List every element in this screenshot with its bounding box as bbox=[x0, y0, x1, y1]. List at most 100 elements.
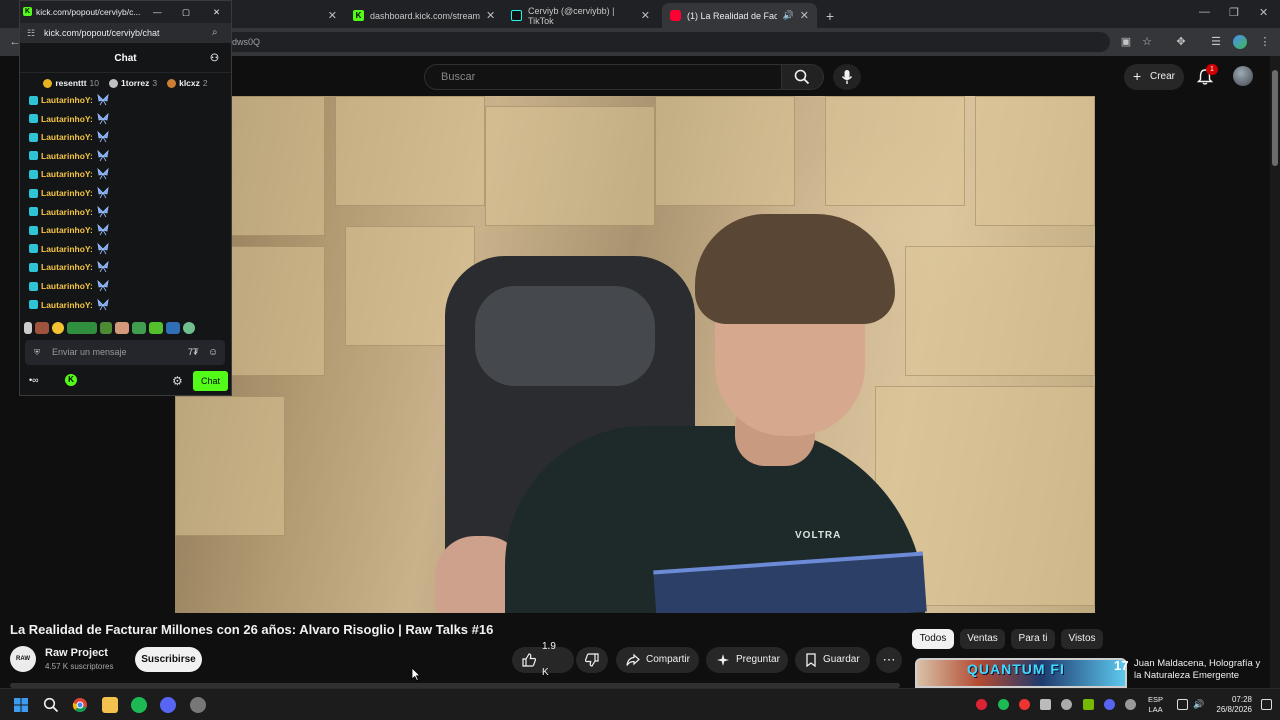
emote-icon[interactable] bbox=[35, 322, 49, 334]
profile-avatar-icon[interactable] bbox=[1233, 35, 1247, 49]
battery-tray-icon[interactable] bbox=[1040, 699, 1051, 710]
chat-username[interactable]: LautarinhoY: bbox=[41, 188, 93, 198]
chip-para-ti[interactable]: Para ti bbox=[1011, 629, 1055, 649]
chat-username[interactable]: LautarinhoY: bbox=[41, 262, 93, 272]
gifter-entry[interactable]: 1torrez 3 bbox=[109, 74, 157, 92]
file-explorer-icon[interactable] bbox=[102, 697, 118, 713]
windows-start-icon[interactable] bbox=[13, 697, 29, 713]
cast-icon[interactable]: ▣ bbox=[1119, 35, 1133, 49]
emote-icon[interactable] bbox=[100, 322, 112, 334]
emote-icon[interactable] bbox=[149, 322, 163, 334]
kick-icon[interactable]: K bbox=[65, 374, 77, 386]
channel-name[interactable]: Raw Project bbox=[45, 647, 108, 659]
search-button[interactable] bbox=[782, 64, 824, 90]
chat-username[interactable]: LautarinhoY: bbox=[41, 281, 93, 291]
users-list-icon[interactable]: ⚇ bbox=[210, 45, 219, 73]
kick-emote-picker-icon[interactable]: 7₮ bbox=[188, 340, 199, 365]
discord-tray-icon[interactable] bbox=[1104, 699, 1115, 710]
chat-username[interactable]: LautarinhoY: bbox=[41, 114, 93, 124]
new-tab-button[interactable]: + bbox=[820, 3, 840, 28]
emote-icon[interactable] bbox=[115, 322, 129, 334]
notifications-icon[interactable] bbox=[1261, 699, 1272, 710]
tray-app-icon[interactable] bbox=[1061, 699, 1072, 710]
recommendation-thumbnail[interactable]: QUANTUM FI bbox=[915, 658, 1127, 688]
close-tab-icon[interactable]: ✕ bbox=[641, 9, 650, 22]
network-icon[interactable] bbox=[1177, 699, 1188, 710]
chat-username[interactable]: LautarinhoY: bbox=[41, 95, 93, 105]
dislike-button[interactable] bbox=[576, 647, 608, 673]
voice-search-button[interactable] bbox=[833, 64, 861, 90]
chat-username[interactable]: LautarinhoY: bbox=[41, 244, 93, 254]
tray-app-icon[interactable] bbox=[976, 699, 987, 710]
volume-icon[interactable]: 🔊 bbox=[1193, 699, 1204, 710]
zoom-search-icon[interactable]: ⌕ bbox=[212, 23, 218, 43]
account-avatar[interactable] bbox=[1233, 66, 1253, 86]
chat-username[interactable]: LautarinhoY: bbox=[41, 225, 93, 235]
close-window-icon[interactable]: ✕ bbox=[213, 1, 220, 23]
emote-icon[interactable] bbox=[183, 322, 195, 334]
browser-tab-kick-dashboard[interactable]: K dashboard.kick.com/stream ✕ bbox=[345, 3, 500, 28]
recommendation-title[interactable]: Juan Maldacena, Holografía y la Naturale… bbox=[1134, 658, 1264, 682]
address-bar[interactable]: dws0Q bbox=[110, 32, 1110, 52]
spotify-tray-icon[interactable] bbox=[998, 699, 1009, 710]
tray-app-icon[interactable] bbox=[1125, 699, 1136, 710]
ask-button[interactable]: Preguntar bbox=[706, 647, 788, 673]
chat-username[interactable]: LautarinhoY: bbox=[41, 151, 93, 161]
playlist-icon[interactable]: ☰ bbox=[1209, 35, 1223, 49]
search-icon bbox=[794, 69, 810, 85]
close-tab-icon[interactable]: ✕ bbox=[800, 9, 809, 22]
search-icon[interactable] bbox=[43, 697, 59, 713]
gear-icon[interactable]: ⚙ bbox=[172, 374, 183, 388]
close-tab-icon[interactable]: ✕ bbox=[328, 9, 337, 22]
subscribe-button[interactable]: Suscribirse bbox=[135, 647, 202, 672]
chat-username[interactable]: LautarinhoY: bbox=[41, 169, 93, 179]
chrome-icon[interactable] bbox=[72, 697, 88, 713]
like-button[interactable]: 1.9 K bbox=[512, 641, 574, 678]
emote-icon[interactable] bbox=[67, 322, 97, 334]
chip-vistos[interactable]: Vistos bbox=[1061, 629, 1103, 649]
app-icon[interactable] bbox=[190, 697, 206, 713]
browser-tab-youtube-active[interactable]: (1) La Realidad de Facturar M 🔊 ✕ bbox=[662, 3, 817, 28]
close-window-icon[interactable]: ✕ bbox=[1259, 6, 1268, 19]
bookmark-star-icon[interactable]: ☆ bbox=[1140, 35, 1154, 49]
emote-icon[interactable] bbox=[132, 322, 146, 334]
share-button[interactable]: Compartir bbox=[616, 647, 699, 673]
language-indicator[interactable]: ESP LAA bbox=[1148, 695, 1163, 715]
minimize-icon[interactable]: — bbox=[1199, 6, 1210, 18]
more-menu-icon[interactable]: ⋮ bbox=[1258, 35, 1272, 49]
maximize-icon[interactable]: ❐ bbox=[1229, 6, 1239, 19]
minimize-icon[interactable]: — bbox=[153, 1, 162, 23]
channel-avatar[interactable]: RAW bbox=[10, 646, 36, 672]
recording-tray-icon[interactable] bbox=[1019, 699, 1030, 710]
chat-username[interactable]: LautarinhoY: bbox=[41, 300, 93, 310]
close-tab-icon[interactable]: ✕ bbox=[486, 9, 495, 22]
chat-message-input[interactable]: ⛨ Enviar un mensaje 7₮ ☺ bbox=[25, 340, 225, 365]
nvidia-tray-icon[interactable] bbox=[1083, 699, 1094, 710]
more-actions-button[interactable]: ⋯ bbox=[876, 647, 902, 673]
emote-icon[interactable] bbox=[166, 322, 180, 334]
audio-playing-icon[interactable]: 🔊 bbox=[783, 10, 794, 21]
search-input[interactable]: Buscar bbox=[424, 64, 782, 90]
gifter-entry[interactable]: resenttt 10 bbox=[43, 74, 99, 92]
send-chat-button[interactable]: Chat bbox=[193, 371, 228, 391]
chip-ventas[interactable]: Ventas bbox=[960, 629, 1005, 649]
video-player[interactable]: VOLTRA bbox=[175, 96, 1095, 613]
extensions-icon[interactable]: ✥ bbox=[1174, 35, 1188, 49]
system-clock[interactable]: 07:28 26/8/2026 bbox=[1212, 695, 1252, 715]
maximize-icon[interactable]: ▢ bbox=[182, 1, 190, 23]
chat-username[interactable]: LautarinhoY: bbox=[41, 207, 93, 217]
emoji-icon[interactable]: ☺ bbox=[208, 340, 218, 365]
discord-icon[interactable] bbox=[160, 697, 176, 713]
spotify-icon[interactable] bbox=[131, 697, 147, 713]
gifter-entry[interactable]: klcxz 2 bbox=[167, 74, 208, 92]
infinity-link-icon[interactable]: •∞ bbox=[29, 375, 39, 385]
scrollbar-thumb[interactable] bbox=[1272, 70, 1278, 166]
chat-username[interactable]: LautarinhoY: bbox=[41, 132, 93, 142]
emote-icon[interactable] bbox=[52, 322, 64, 334]
browser-tab-tiktok[interactable]: Cerviyb (@cerviybb) | TikTok ✕ bbox=[503, 3, 658, 28]
save-button[interactable]: Guardar bbox=[795, 647, 870, 673]
site-settings-icon[interactable]: ☷ bbox=[27, 23, 35, 43]
emote-icon[interactable] bbox=[24, 322, 32, 334]
create-button[interactable]: + Crear bbox=[1124, 64, 1184, 90]
chip-todos[interactable]: Todos bbox=[912, 629, 954, 649]
